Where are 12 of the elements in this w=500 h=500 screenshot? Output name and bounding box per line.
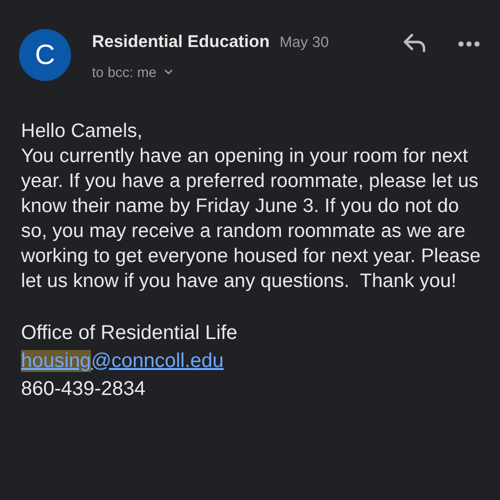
greeting-text: Hello Camels, bbox=[21, 118, 144, 144]
office-name: Office of Residential Life bbox=[21, 320, 238, 346]
email-date: May 30 bbox=[280, 33, 329, 53]
recipients-toggle[interactable]: to bcc: me bbox=[92, 62, 173, 82]
phone-number: 860-439-2834 bbox=[21, 376, 147, 402]
more-options-icon[interactable] bbox=[458, 41, 480, 47]
avatar: C bbox=[19, 29, 71, 81]
reply-icon[interactable] bbox=[402, 32, 428, 54]
sender-name: Residential Education bbox=[92, 31, 270, 53]
message-paragraph: You currently have an opening in your room for next year. If you have a preferred roommate, please let us know their name by Friday June 3. If you do not do so, you may receive a random roommate as we are working to get everyone housed for next year. Please let us know if you have any questions. Thank you! bbox=[21, 144, 482, 294]
chevron-down-icon bbox=[164, 69, 173, 75]
email-link[interactable]: housing@conncoll.edu bbox=[21, 350, 224, 372]
